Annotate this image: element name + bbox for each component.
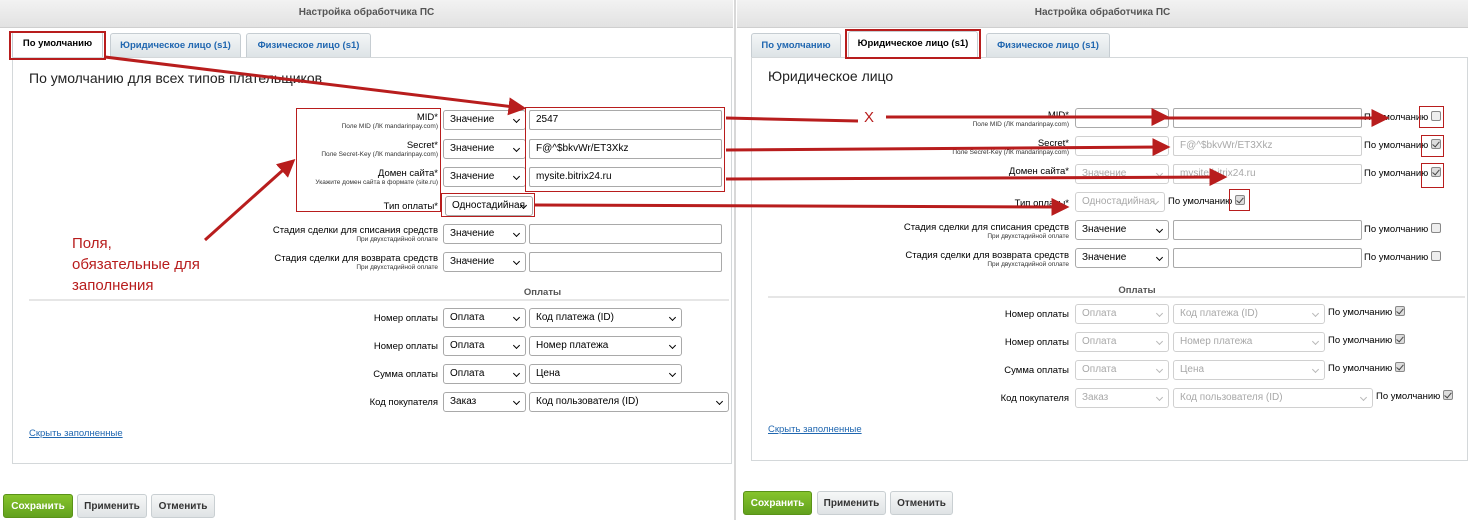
arrow-domain [725,168,1228,187]
arrow-tab-to-mid [104,55,527,116]
arrow-note-to-fields [203,158,296,242]
arrow-payment-type [534,197,1070,216]
annotation-arrows [104,55,1390,242]
arrow-mid-line [725,116,859,123]
arrow-secret [725,138,1171,157]
